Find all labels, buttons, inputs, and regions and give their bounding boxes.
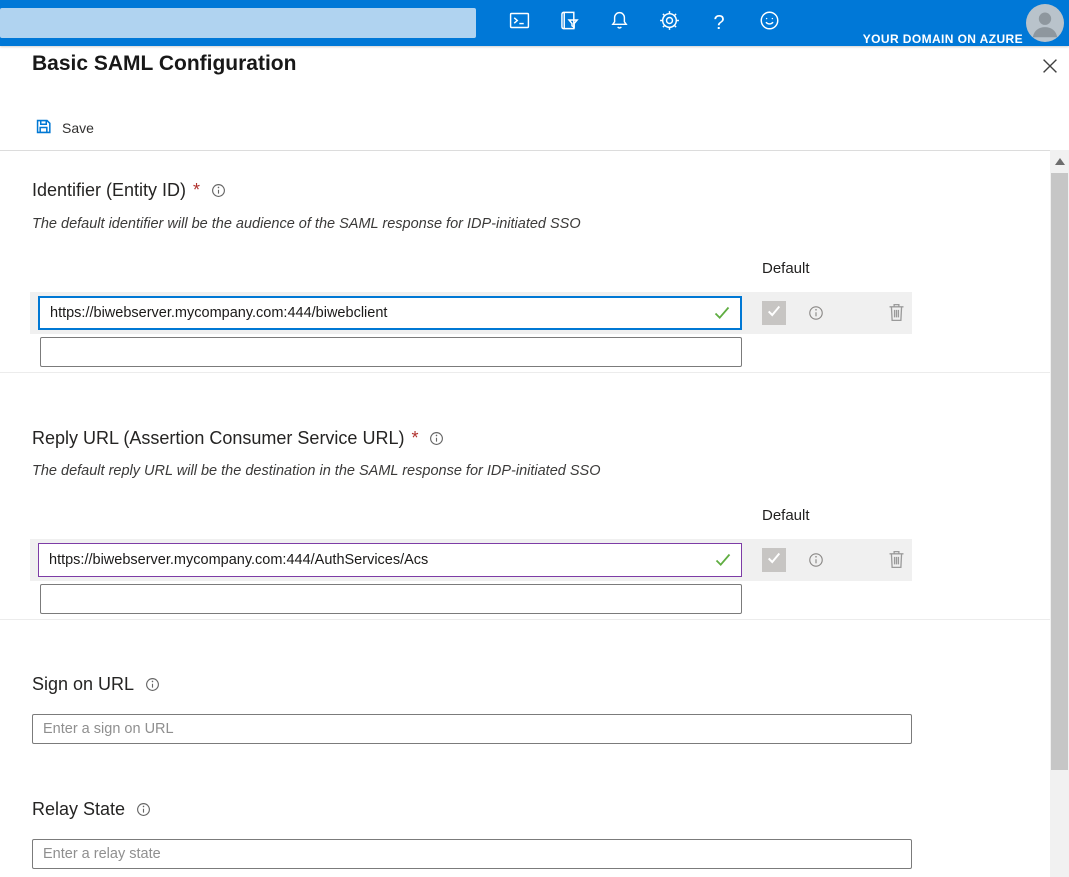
domain-label: YOUR DOMAIN ON AZURE bbox=[863, 0, 1023, 53]
directory-filter-button[interactable] bbox=[544, 0, 594, 46]
page-title: Basic SAML Configuration bbox=[32, 52, 296, 76]
save-icon bbox=[34, 117, 53, 139]
reply-url-input-wrap bbox=[38, 543, 742, 577]
info-icon[interactable] bbox=[807, 304, 825, 322]
help-icon: ? bbox=[713, 13, 724, 33]
checkbox-check-icon bbox=[766, 550, 782, 571]
sign-on-url-section-heading: Sign on URL bbox=[32, 674, 161, 695]
identifier-default-checkbox[interactable] bbox=[762, 301, 786, 325]
cloud-shell-button[interactable] bbox=[494, 0, 544, 46]
info-icon[interactable] bbox=[135, 801, 152, 818]
info-icon[interactable] bbox=[807, 551, 825, 569]
relay-state-section-heading: Relay State bbox=[32, 799, 152, 820]
global-search-input[interactable] bbox=[0, 8, 476, 38]
delete-row-button[interactable] bbox=[886, 548, 907, 571]
relay-state-heading-label: Relay State bbox=[32, 799, 125, 820]
identifier-heading-label: Identifier (Entity ID) bbox=[32, 180, 186, 201]
cloud-shell-icon bbox=[508, 9, 531, 37]
save-button[interactable]: Save bbox=[32, 115, 96, 141]
bell-icon bbox=[608, 9, 631, 37]
basic-saml-configuration-panel: ? YOUR DOMAIN ON AZURE bbox=[0, 0, 1069, 877]
azure-top-bar: ? YOUR DOMAIN ON AZURE bbox=[0, 0, 1069, 46]
default-column-header: Default bbox=[762, 260, 810, 277]
settings-button[interactable] bbox=[644, 0, 694, 46]
sign-on-url-heading-label: Sign on URL bbox=[32, 674, 134, 695]
reply-url-new-entry-input[interactable] bbox=[40, 584, 742, 614]
save-button-label: Save bbox=[62, 120, 94, 136]
delete-row-button[interactable] bbox=[886, 301, 907, 324]
vertical-scrollbar[interactable] bbox=[1050, 150, 1069, 877]
default-column-header: Default bbox=[762, 507, 810, 524]
identifier-input-wrap bbox=[38, 296, 742, 330]
close-icon bbox=[1039, 55, 1061, 80]
info-icon[interactable] bbox=[428, 430, 445, 447]
reply-url-description: The default reply URL will be the destin… bbox=[32, 463, 601, 479]
close-button[interactable] bbox=[1037, 54, 1063, 80]
directory-filter-icon bbox=[558, 9, 581, 37]
reply-url-input[interactable] bbox=[39, 544, 714, 576]
identifier-new-entry-input[interactable] bbox=[40, 337, 742, 367]
reply-url-section-heading: Reply URL (Assertion Consumer Service UR… bbox=[32, 428, 445, 449]
relay-state-input[interactable] bbox=[32, 839, 912, 869]
scroll-up-button[interactable] bbox=[1050, 153, 1069, 169]
checkbox-check-icon bbox=[766, 303, 782, 324]
help-button[interactable]: ? bbox=[694, 0, 744, 46]
identifier-value-row bbox=[30, 292, 912, 334]
header-divider bbox=[0, 150, 1050, 151]
info-icon[interactable] bbox=[210, 182, 227, 199]
identifier-description: The default identifier will be the audie… bbox=[32, 216, 581, 232]
required-marker: * bbox=[411, 428, 418, 449]
feedback-button[interactable] bbox=[744, 0, 794, 46]
info-icon[interactable] bbox=[144, 676, 161, 693]
scrollbar-thumb[interactable] bbox=[1051, 173, 1068, 770]
section-divider bbox=[0, 619, 1050, 620]
sign-on-url-input[interactable] bbox=[32, 714, 912, 744]
required-marker: * bbox=[193, 180, 200, 201]
reply-url-default-checkbox[interactable] bbox=[762, 548, 786, 572]
identifier-section-heading: Identifier (Entity ID) * bbox=[32, 180, 227, 201]
notifications-button[interactable] bbox=[594, 0, 644, 46]
identifier-url-input[interactable] bbox=[40, 298, 713, 328]
person-icon bbox=[1026, 29, 1064, 42]
reply-url-value-row bbox=[30, 539, 912, 581]
smiley-icon bbox=[758, 9, 781, 37]
reply-url-heading-label: Reply URL (Assertion Consumer Service UR… bbox=[32, 428, 404, 449]
top-bar-icon-group: ? bbox=[494, 0, 794, 46]
valid-check-icon bbox=[713, 304, 731, 322]
gear-icon bbox=[658, 9, 681, 37]
scroll-up-arrow-icon bbox=[1055, 158, 1065, 165]
section-divider bbox=[0, 372, 1050, 373]
account-avatar[interactable] bbox=[1026, 4, 1064, 42]
valid-check-icon bbox=[714, 551, 732, 569]
